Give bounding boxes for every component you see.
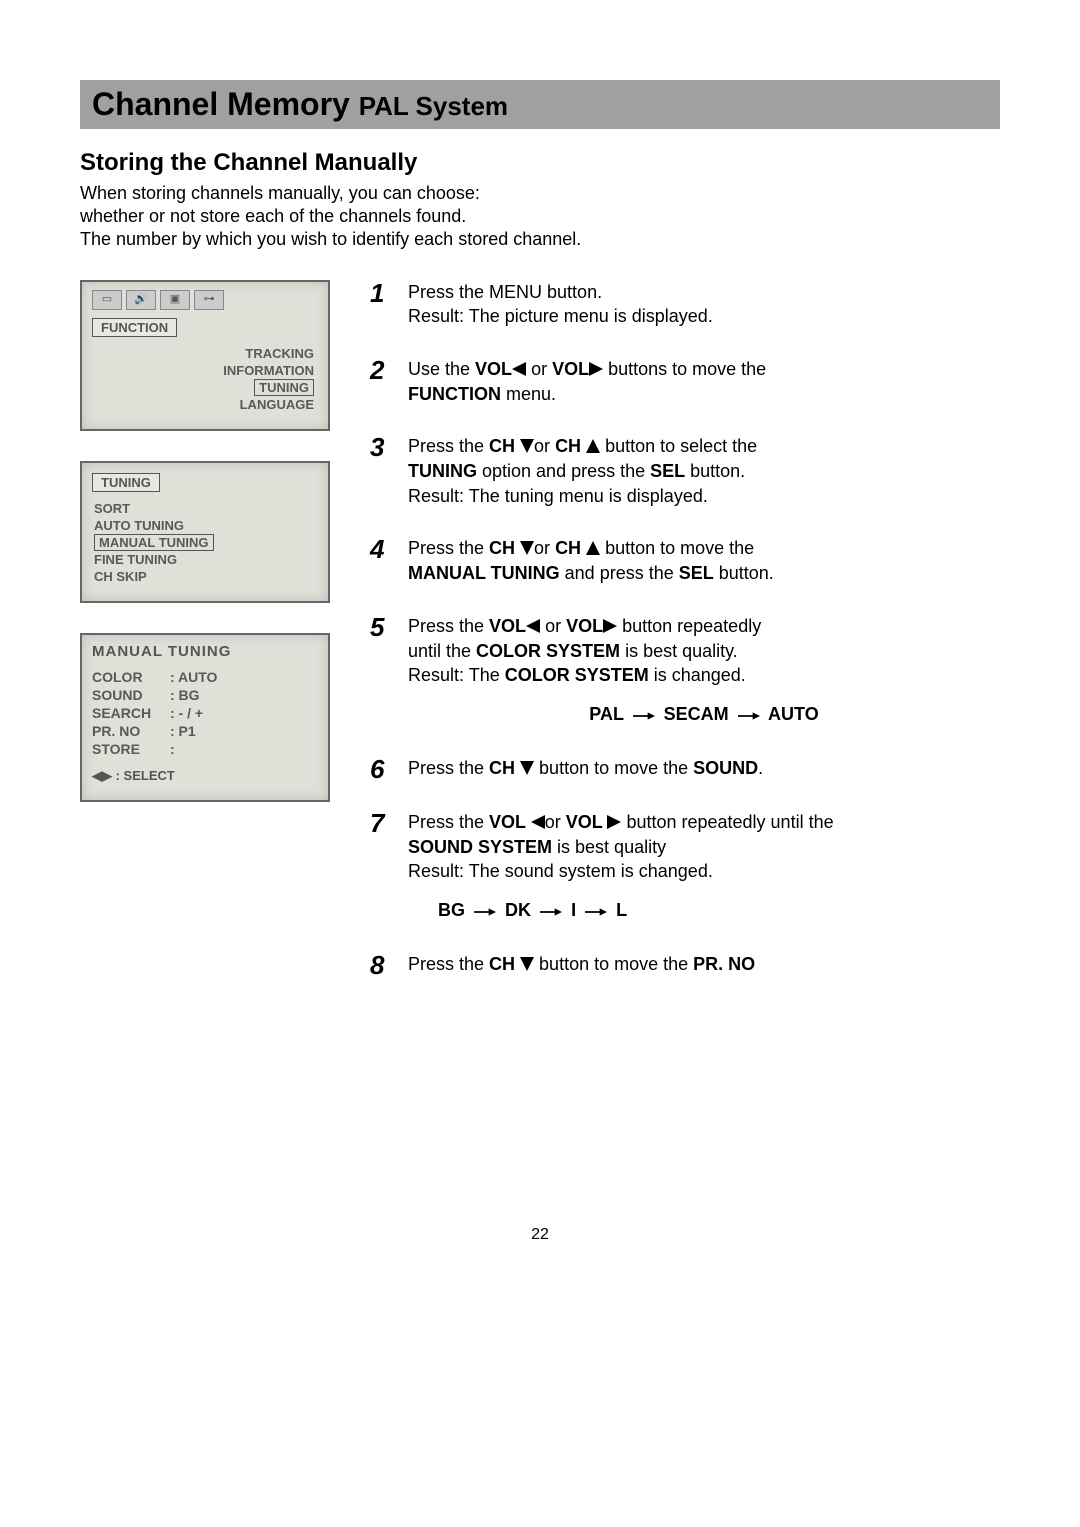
triangle-right-icon	[589, 358, 603, 382]
step-number: 5	[370, 614, 394, 728]
osd-row: COLOR: AUTO	[92, 668, 318, 686]
step-text: Press the CH button to move the PR. NO	[408, 952, 1000, 977]
step-number: 8	[370, 952, 394, 978]
intro-line: whether or not store each of the channel…	[80, 206, 1000, 227]
page-number: 22	[80, 1226, 1000, 1244]
screenshot-column: ▭ 🔊 ▣ ⊶ FUNCTION TRACKING INFORMATION TU…	[80, 280, 330, 1006]
step-text: Press the CH or CH button to select the	[408, 434, 1000, 459]
osd-menu-item-highlighted: MANUAL TUNING	[94, 534, 214, 551]
arrow-right-icon	[633, 704, 655, 728]
step-number: 4	[370, 536, 394, 586]
triangle-left-icon	[531, 811, 545, 835]
step-2: 2 Use the VOL or VOL buttons to move the…	[370, 357, 1000, 407]
tab-icon: ▭	[92, 290, 122, 310]
left-right-arrow-icon: ◀▶	[92, 768, 112, 783]
title-sub: PAL System	[359, 91, 508, 121]
step-text: Press the CH button to move the SOUND.	[408, 756, 1000, 781]
osd-row: PR. NO: P1	[92, 722, 318, 740]
triangle-left-icon	[526, 615, 540, 639]
step-text: Press the VOL or VOL button repeatedly	[408, 614, 1000, 639]
step-8: 8 Press the CH button to move the PR. NO	[370, 952, 1000, 978]
step-number: 1	[370, 280, 394, 329]
step-4: 4 Press the CH or CH button to move the …	[370, 536, 1000, 586]
osd-menu-title: MANUAL TUNING	[92, 643, 318, 660]
triangle-right-icon	[607, 811, 621, 835]
sound-system-sequence: BG DK I L	[408, 898, 1000, 924]
osd-menu-item: INFORMATION	[94, 362, 314, 379]
title-main: Channel Memory	[92, 86, 359, 122]
arrow-right-icon	[540, 900, 562, 924]
section-heading: Storing the Channel Manually	[80, 149, 1000, 177]
screenshot-tuning-menu: TUNING SORT AUTO TUNING MANUAL TUNING FI…	[80, 461, 330, 603]
color-system-sequence: PAL SECAM AUTO	[408, 702, 1000, 728]
intro-line: When storing channels manually, you can …	[80, 183, 1000, 204]
intro-block: When storing channels manually, you can …	[80, 183, 1000, 250]
osd-menu-item-highlighted: TUNING	[254, 379, 314, 396]
step-text: Press the MENU button.	[408, 280, 1000, 304]
osd-menu-item: CH SKIP	[94, 568, 318, 585]
arrow-right-icon	[585, 900, 607, 924]
screenshot-manual-tuning: MANUAL TUNING COLOR: AUTO SOUND: BG SEAR…	[80, 633, 330, 802]
osd-menu-item: FINE TUNING	[94, 551, 318, 568]
osd-row: STORE:	[92, 740, 318, 758]
triangle-down-icon	[520, 435, 534, 459]
step-number: 2	[370, 357, 394, 407]
triangle-down-icon	[520, 953, 534, 977]
triangle-up-icon	[586, 435, 600, 459]
tab-icon: 🔊	[126, 290, 156, 310]
triangle-down-icon	[520, 757, 534, 781]
step-text: Press the VOL or VOL button repeatedly u…	[408, 810, 1000, 835]
osd-menu-item: SORT	[94, 500, 318, 517]
title-bar: Channel Memory PAL System	[80, 80, 1000, 129]
triangle-left-icon	[512, 358, 526, 382]
osd-tab-icons: ▭ 🔊 ▣ ⊶	[92, 290, 318, 310]
screenshot-function-menu: ▭ 🔊 ▣ ⊶ FUNCTION TRACKING INFORMATION TU…	[80, 280, 330, 431]
arrow-right-icon	[738, 704, 760, 728]
osd-menu-title: FUNCTION	[92, 318, 177, 337]
step-number: 6	[370, 756, 394, 782]
intro-line: The number by which you wish to identify…	[80, 229, 1000, 250]
step-number: 3	[370, 434, 394, 508]
step-5: 5 Press the VOL or VOL button repeatedly…	[370, 614, 1000, 728]
osd-row: SEARCH: - / +	[92, 704, 318, 722]
osd-row: SOUND: BG	[92, 686, 318, 704]
osd-menu-item: AUTO TUNING	[94, 517, 318, 534]
step-1: 1 Press the MENU button. Result: The pic…	[370, 280, 1000, 329]
tab-icon: ▣	[160, 290, 190, 310]
step-text: Use the VOL or VOL buttons to move the	[408, 357, 1000, 382]
step-6: 6 Press the CH button to move the SOUND.	[370, 756, 1000, 782]
triangle-right-icon	[603, 615, 617, 639]
manual-page: Channel Memory PAL System Storing the Ch…	[0, 0, 1080, 1284]
step-3: 3 Press the CH or CH button to select th…	[370, 434, 1000, 508]
osd-menu-item: TRACKING	[94, 345, 314, 362]
step-number: 7	[370, 810, 394, 924]
tab-icon: ⊶	[194, 290, 224, 310]
step-text: Result: The picture menu is displayed.	[408, 304, 1000, 328]
triangle-down-icon	[520, 537, 534, 561]
triangle-up-icon	[586, 537, 600, 561]
steps-column: 1 Press the MENU button. Result: The pic…	[370, 280, 1000, 1006]
osd-menu-title: TUNING	[92, 473, 160, 492]
arrow-right-icon	[474, 900, 496, 924]
step-7: 7 Press the VOL or VOL button repeatedly…	[370, 810, 1000, 924]
osd-menu-item: LANGUAGE	[94, 396, 314, 413]
step-text: Press the CH or CH button to move the	[408, 536, 1000, 561]
osd-footer: ◀▶ : SELECT	[92, 768, 318, 784]
